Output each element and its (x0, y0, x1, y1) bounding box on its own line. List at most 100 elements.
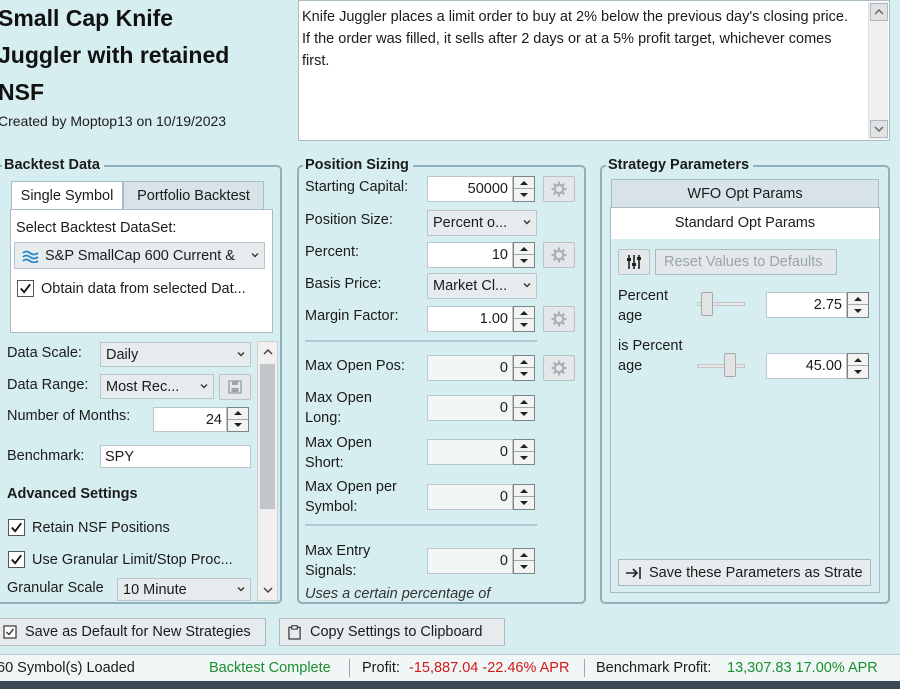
sliders-icon (627, 255, 641, 269)
increment-icon (848, 293, 868, 305)
chevron-down-icon (237, 351, 245, 356)
strategy-title-line-2: Juggler with retained (0, 42, 230, 68)
param2-slider-thumb[interactable] (724, 353, 736, 377)
param1-stepper[interactable] (847, 292, 869, 318)
profit-value: -15,887.04 -22.46% APR (409, 660, 570, 676)
dataset-select[interactable]: S&P SmallCap 600 Current & (14, 242, 265, 269)
save-default-button[interactable]: Save as Default for New Strategies (0, 618, 266, 646)
max-open-short-input[interactable]: 0 (427, 439, 513, 465)
max-open-short-stepper[interactable] (513, 439, 535, 465)
param2-stepper[interactable] (847, 353, 869, 379)
save-range-button[interactable] (219, 374, 251, 400)
save-parameters-button[interactable]: Save these Parameters as Strate (618, 559, 871, 586)
chevron-down-icon (251, 252, 259, 257)
gear-icon (551, 247, 567, 263)
max-open-pos-opt-button[interactable] (543, 355, 575, 381)
param2-input[interactable]: 45.00 (766, 353, 847, 379)
data-scale-select[interactable]: Daily (100, 342, 251, 367)
obtain-data-label: Obtain data from selected Dat... (41, 281, 246, 297)
percent-stepper[interactable] (513, 242, 535, 268)
decrement-icon (228, 420, 248, 432)
max-entry-stepper[interactable] (513, 548, 535, 574)
separator (305, 524, 537, 526)
scroll-down-button[interactable] (870, 120, 888, 138)
chevron-down-icon (523, 283, 531, 288)
gear-icon (551, 181, 567, 197)
basis-price-select[interactable]: Market Cl... (427, 273, 537, 299)
scroll-up-button[interactable] (870, 3, 888, 21)
max-open-long-input[interactable]: 0 (427, 395, 513, 421)
max-open-long-stepper[interactable] (513, 395, 535, 421)
margin-opt-button[interactable] (543, 306, 575, 332)
param1-input[interactable]: 2.75 (766, 292, 847, 318)
tab-single-symbol[interactable]: Single Symbol (11, 181, 123, 210)
max-entry-input[interactable]: 0 (427, 548, 513, 574)
max-open-pos-input[interactable]: 0 (427, 355, 513, 381)
scroll-thumb[interactable] (260, 364, 275, 509)
scroll-down-button[interactable] (259, 581, 276, 599)
status-bar: 60 Symbol(s) Loaded Backtest Complete Pr… (0, 654, 900, 681)
created-by: Created by Moptop13 on 10/19/2023 (0, 113, 227, 129)
tab-portfolio-backtest[interactable]: Portfolio Backtest (123, 181, 264, 210)
months-stepper[interactable] (227, 407, 249, 432)
starting-capital-opt-button[interactable] (543, 176, 575, 202)
param2-slider-track[interactable] (697, 364, 745, 368)
chevron-up-icon (874, 8, 884, 15)
benchmark-input[interactable]: SPY (100, 445, 251, 468)
decrement-icon (514, 189, 534, 201)
description-text: Knife Juggler places a limit order to bu… (302, 9, 848, 69)
data-scale-value: Daily (106, 346, 139, 363)
dataset-icon (22, 250, 39, 263)
advanced-settings-heading: Advanced Settings (7, 486, 138, 502)
max-open-long-label: Max Open Long: (305, 390, 372, 426)
param2-label: is Percent age (618, 338, 683, 374)
margin-factor-stepper[interactable] (513, 306, 535, 332)
starting-capital-stepper[interactable] (513, 176, 535, 202)
chevron-down-icon (237, 586, 245, 591)
copy-settings-button[interactable]: Copy Settings to Clipboard (279, 618, 505, 646)
increment-icon (514, 549, 534, 561)
margin-factor-label: Margin Factor: (305, 308, 399, 324)
percent-input[interactable]: 10 (427, 242, 513, 268)
position-size-label: Position Size: (305, 212, 393, 228)
percent-opt-button[interactable] (543, 242, 575, 268)
benchmark-label: Benchmark: (7, 448, 85, 464)
max-open-symbol-input[interactable]: 0 (427, 484, 513, 510)
description-box[interactable]: Knife Juggler places a limit order to bu… (298, 0, 890, 141)
description-scrollbar[interactable] (868, 2, 888, 139)
max-open-symbol-stepper[interactable] (513, 484, 535, 510)
check-icon (11, 554, 22, 565)
max-open-pos-stepper[interactable] (513, 355, 535, 381)
starting-capital-input[interactable]: 50000 (427, 176, 513, 202)
dataset-select-value: S&P SmallCap 600 Current & (45, 247, 235, 264)
max-open-symbol-label: Max Open per Symbol: (305, 479, 397, 515)
save-icon (228, 380, 242, 394)
param-settings-button[interactable] (618, 249, 650, 275)
granular-scale-select[interactable]: 10 Minute (117, 578, 251, 601)
margin-factor-input[interactable]: 1.00 (427, 306, 513, 332)
data-range-select[interactable]: Most Rec... (100, 374, 214, 399)
scroll-up-button[interactable] (259, 343, 276, 361)
max-entry-label: Max Entry Signals: (305, 543, 371, 579)
retain-nsf-checkbox[interactable] (8, 519, 25, 536)
granular-scale-label: Granular Scale (7, 580, 104, 596)
benchmark-profit-value: 13,307.83 17.00% APR (727, 660, 878, 676)
decrement-icon (514, 368, 534, 380)
increment-icon (514, 356, 534, 368)
tab-wfo-opt-params[interactable]: WFO Opt Params (611, 179, 879, 208)
granular-checkbox[interactable] (8, 551, 25, 568)
position-size-select[interactable]: Percent o... (427, 210, 537, 236)
chevron-down-icon (262, 587, 273, 594)
decrement-icon (848, 366, 868, 378)
decrement-icon (514, 255, 534, 267)
benchmark-profit-label: Benchmark Profit: (596, 660, 712, 676)
obtain-data-checkbox[interactable] (17, 280, 34, 297)
profit-label: Profit: (362, 660, 400, 676)
tab-standard-opt-params[interactable]: Standard Opt Params (610, 207, 880, 239)
chevron-up-icon (262, 348, 273, 355)
granular-scale-value: 10 Minute (123, 581, 187, 598)
months-input[interactable]: 24 (153, 407, 227, 432)
backtest-scrollbar[interactable] (257, 341, 278, 601)
reset-defaults-button[interactable]: Reset Values to Defaults (655, 249, 837, 275)
param1-slider-thumb[interactable] (700, 292, 713, 316)
